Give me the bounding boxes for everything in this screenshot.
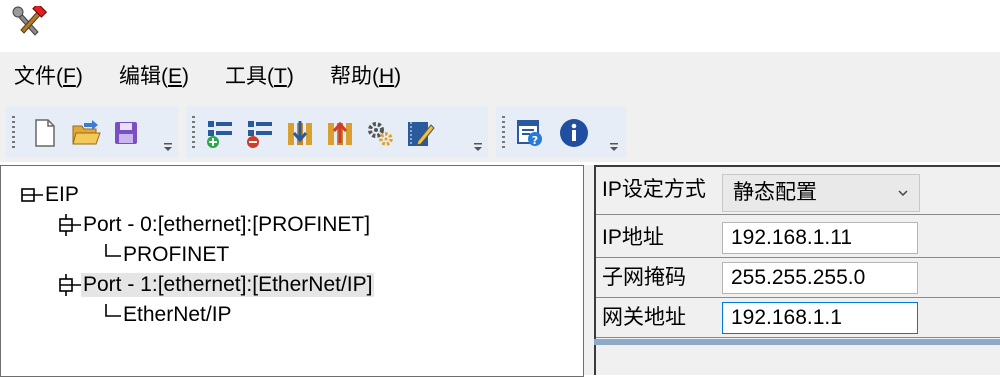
tree-branch-line xyxy=(99,304,121,326)
menu-edit-label: 编辑( xyxy=(119,65,168,88)
prop-row-ip-mode: IP设定方式 静态配置 xyxy=(598,171,1000,212)
tree-collapse-icon[interactable] xyxy=(59,214,81,236)
tree-collapse-icon[interactable] xyxy=(59,274,81,296)
tree-node-profinet-label: PROFINET xyxy=(123,243,230,266)
tree-node-port-0[interactable]: Port - 0:[ethernet]:[PROFINET] xyxy=(59,210,372,240)
tree-collapse-icon[interactable] xyxy=(21,184,43,206)
settings-gears-icon[interactable] xyxy=(364,117,396,149)
menu-help-label: 帮助( xyxy=(330,65,379,88)
toolbar-overflow-icon[interactable] xyxy=(162,142,174,152)
gateway-field[interactable]: 192.168.1.1 xyxy=(722,302,918,334)
menu-tools-suffix: ) xyxy=(286,65,294,88)
info-icon[interactable] xyxy=(558,117,590,149)
open-folder-icon[interactable] xyxy=(70,117,102,149)
panel-bottom-border xyxy=(594,339,1000,345)
download-icon[interactable] xyxy=(284,117,316,149)
upload-icon[interactable] xyxy=(324,117,356,149)
ip-address-label: IP地址 xyxy=(602,226,664,249)
prop-divider xyxy=(596,257,1000,258)
menu-tools-label: 工具( xyxy=(225,65,274,88)
subnet-mask-field[interactable]: 255.255.255.0 xyxy=(722,262,918,294)
prop-divider xyxy=(596,297,1000,298)
tools-hammer-wrench-icon[interactable] xyxy=(12,2,48,38)
tree-node-root-label: EIP xyxy=(45,183,79,206)
prop-divider xyxy=(596,337,1000,338)
svg-text:?: ? xyxy=(532,134,538,147)
panel-splitter[interactable] xyxy=(584,165,594,375)
menu-help[interactable]: 帮助(H) xyxy=(330,64,401,90)
toolbar-grip[interactable] xyxy=(502,116,505,148)
remove-node-icon[interactable] xyxy=(244,117,276,149)
help-window-icon[interactable]: ? xyxy=(514,117,546,149)
device-tree[interactable]: EIP Port - 0:[ethernet]:[PROFINET] PROFI… xyxy=(0,165,584,377)
toolbar-overflow-icon[interactable] xyxy=(608,142,620,152)
prop-row-subnet-mask: 子网掩码 255.255.255.0 xyxy=(598,259,1000,297)
menu-file-suffix: ) xyxy=(75,65,83,88)
subnet-mask-label: 子网掩码 xyxy=(602,266,686,289)
menu-file[interactable]: 文件(F) xyxy=(14,64,83,90)
tree-node-port-0-label: Port - 0:[ethernet]:[PROFINET] xyxy=(83,213,371,236)
tree-node-ethernetip-label: EtherNet/IP xyxy=(123,303,232,326)
menu-tools-mnemonic: T xyxy=(274,65,287,88)
prop-row-ip-address: IP地址 192.168.1.11 xyxy=(598,219,1000,257)
tree-node-port-1[interactable]: Port - 1:[ethernet]:[EtherNet/IP] xyxy=(59,270,375,300)
toolbar-group-help: ? xyxy=(496,106,626,158)
gateway-label: 网关地址 xyxy=(602,306,686,329)
menu-edit-mnemonic: E xyxy=(168,65,183,88)
add-node-icon[interactable] xyxy=(204,117,236,149)
toolbar: ? xyxy=(0,100,1000,162)
menu-help-mnemonic: H xyxy=(379,65,395,88)
title-bar xyxy=(0,0,1000,50)
save-icon[interactable] xyxy=(110,117,142,149)
ip-mode-label: IP设定方式 xyxy=(602,178,706,201)
toolbar-overflow-icon[interactable] xyxy=(472,142,484,152)
edit-notebook-icon[interactable] xyxy=(404,117,436,149)
tree-node-ethernetip[interactable]: EtherNet/IP xyxy=(99,300,234,330)
ip-mode-select[interactable]: 静态配置 xyxy=(722,174,920,212)
toolbar-group-file xyxy=(6,106,178,158)
tree-branch-line xyxy=(99,244,121,266)
tree-node-root[interactable]: EIP xyxy=(21,180,81,210)
toolbar-grip[interactable] xyxy=(12,116,15,148)
toolbar-group-nodes xyxy=(186,106,488,158)
chevron-down-icon xyxy=(898,190,908,197)
menu-bar: 文件(F) 编辑(E) 工具(T) 帮助(H) xyxy=(0,52,1000,100)
new-file-icon[interactable] xyxy=(28,117,60,149)
menu-edit[interactable]: 编辑(E) xyxy=(119,64,189,90)
prop-divider xyxy=(596,214,1000,215)
prop-row-gateway: 网关地址 192.168.1.1 xyxy=(598,299,1000,337)
menu-file-label: 文件( xyxy=(14,65,63,88)
ip-address-field[interactable]: 192.168.1.11 xyxy=(722,222,918,254)
menu-tools[interactable]: 工具(T) xyxy=(225,64,294,90)
menu-edit-suffix: ) xyxy=(182,65,190,88)
toolbar-grip[interactable] xyxy=(192,116,195,148)
tree-node-profinet[interactable]: PROFINET xyxy=(99,240,231,270)
tree-node-port-1-label: Port - 1:[ethernet]:[EtherNet/IP] xyxy=(81,273,375,297)
menu-file-mnemonic: F xyxy=(63,65,76,88)
menu-help-suffix: ) xyxy=(394,65,402,88)
ip-mode-value: 静态配置 xyxy=(733,181,817,204)
